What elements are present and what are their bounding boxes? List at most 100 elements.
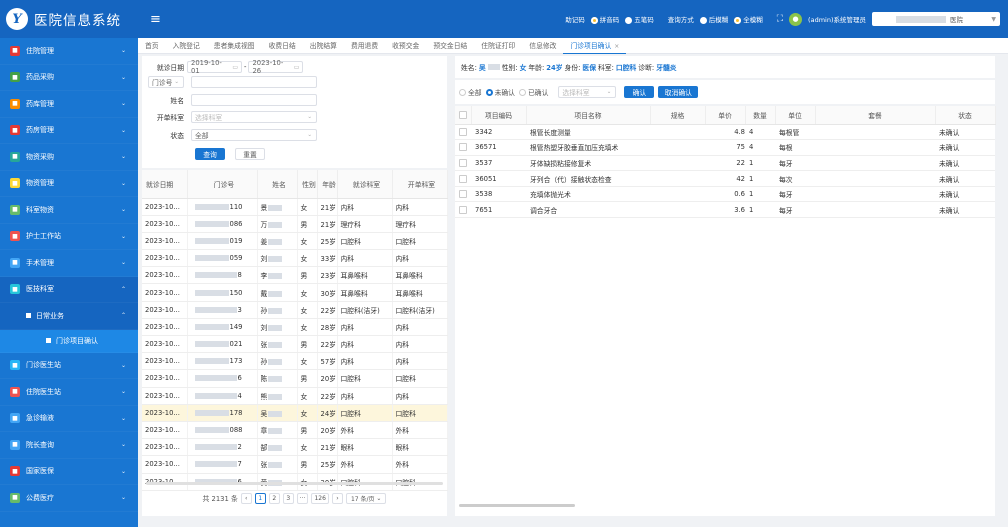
sidebar-item[interactable]: ■ 医技科室 ⌃: [0, 276, 138, 303]
column-header[interactable]: 状态: [935, 106, 996, 125]
row-checkbox[interactable]: [455, 155, 471, 172]
column-header[interactable]: 年龄: [317, 170, 338, 199]
row-checkbox[interactable]: [455, 139, 471, 156]
column-header[interactable]: 门诊号: [187, 170, 258, 199]
tab[interactable]: 收预交金: [385, 38, 426, 54]
page-button[interactable]: ···: [296, 492, 309, 504]
mnemonic-option-pinyin[interactable]: 拼音码: [590, 14, 619, 24]
query-button[interactable]: 查询: [195, 148, 225, 160]
id-input[interactable]: [191, 76, 317, 88]
table-row[interactable]: 2023-10... 150 戴女 30岁 耳鼻喉科 耳鼻喉科: [142, 283, 448, 302]
table-row[interactable]: 2023-10... 086 万男 21岁 理疗科 理疗科: [142, 215, 448, 233]
user-label[interactable]: (admin)系统管理员: [808, 14, 866, 24]
right-dept-select[interactable]: 选择科室 ⌄: [558, 86, 617, 98]
tab[interactable]: 首页: [138, 38, 166, 54]
column-header[interactable]: 姓名: [257, 170, 298, 199]
filter-unconfirmed-radio[interactable]: 未确认: [485, 87, 515, 97]
sidebar-item[interactable]: ■ 护士工作站 ⌄: [0, 224, 138, 250]
column-header[interactable]: 规格: [650, 106, 706, 125]
tab[interactable]: 门诊项目确认 ×: [563, 38, 627, 54]
table-row[interactable]: 3538 充填体抛光术 0.6 1 每牙 未确认: [455, 186, 995, 203]
sidebar-item[interactable]: ■ 国家医保 ⌄: [0, 459, 138, 485]
tab[interactable]: 信息修改: [522, 38, 563, 54]
row-checkbox[interactable]: [455, 124, 471, 141]
table-row[interactable]: 2023-10... 3 孙女 22岁 口腔科(洁牙) 口腔科(洁牙): [142, 301, 448, 319]
table-row[interactable]: 36051 牙列合（代）接触状态检查 42 1 每次 未确认: [455, 170, 995, 187]
tab[interactable]: 费用退费: [344, 38, 385, 54]
column-header[interactable]: 性别: [297, 170, 318, 199]
close-icon[interactable]: ×: [614, 43, 619, 50]
page-button[interactable]: 1: [254, 492, 266, 504]
sidebar-item[interactable]: ■ 急诊输液 ⌄: [0, 406, 138, 432]
table-row[interactable]: 2023-10... 4 熊女 22岁 内科 内科: [142, 387, 448, 405]
page-button[interactable]: 126: [311, 492, 329, 504]
tab[interactable]: 患者集成视图: [207, 38, 262, 54]
column-header[interactable]: 就诊科室: [337, 170, 393, 199]
sidebar-item[interactable]: ■ 药房管理 ⌄: [0, 118, 138, 144]
user-avatar-icon[interactable]: ●: [789, 12, 803, 26]
column-header[interactable]: 就诊日期: [142, 170, 188, 199]
sidebar-item[interactable]: ■ 手术管理 ⌄: [0, 250, 138, 277]
table-row[interactable]: 2023-10... 6 陈男 20岁 口腔科 口腔科: [142, 369, 448, 388]
tab[interactable]: 预交金日结: [426, 38, 474, 54]
confirm-button[interactable]: 确认: [624, 86, 655, 98]
row-checkbox[interactable]: [455, 201, 471, 219]
table-row[interactable]: 2023-10... 059 刘女 33岁 内科 内科: [142, 249, 448, 268]
hamburger-icon[interactable]: ≡: [150, 12, 161, 27]
horizontal-scrollbar[interactable]: [459, 504, 575, 507]
sidebar-item[interactable]: ■ 院长查询 ⌄: [0, 432, 138, 459]
name-input[interactable]: [191, 94, 317, 106]
reset-button[interactable]: 重置: [235, 148, 265, 160]
column-header[interactable]: 项目编码: [471, 106, 527, 125]
table-row[interactable]: 2023-10... 019 姜女 25岁 口腔科 口腔科: [142, 232, 448, 251]
table-row[interactable]: 2023-10... 8 李男 23岁 耳鼻喉科 耳鼻喉科: [142, 266, 448, 285]
query-option-suffix[interactable]: 后模糊: [699, 14, 728, 24]
dept-select[interactable]: 选择科室 ⌄: [191, 111, 317, 123]
filter-all-radio[interactable]: 全部: [459, 87, 482, 97]
table-row[interactable]: 2023-10... 7 张男 25岁 外科 外科: [142, 455, 448, 474]
sidebar-item[interactable]: ■ 住院管理 ⌄: [0, 38, 138, 65]
sidebar-item[interactable]: ■ 住院医生站 ⌄: [0, 379, 138, 406]
table-row[interactable]: 2023-10... 178 吴女 24岁 口腔科 口腔科: [142, 404, 448, 422]
table-row[interactable]: 2023-10... 2 郜女 21岁 眼科 眼科: [142, 438, 448, 457]
tab[interactable]: 入院登记: [166, 38, 207, 54]
sidebar-item[interactable]: ■ 药品采购 ⌄: [0, 65, 138, 91]
prev-page-button[interactable]: ‹: [240, 492, 252, 504]
table-row[interactable]: 2023-10... 149 刘女 28岁 内科 内科: [142, 318, 448, 337]
page-button[interactable]: 2: [268, 492, 280, 504]
table-row[interactable]: 2023-10... 021 张男 22岁 内科 内科: [142, 335, 448, 354]
table-row[interactable]: 2023-10... 173 孙女 57岁 内科 内科: [142, 352, 448, 371]
tab[interactable]: 收费日结: [262, 38, 303, 54]
dept-select[interactable]: 医院 ▼: [872, 12, 1000, 26]
column-header[interactable]: 开单科室: [392, 170, 448, 199]
horizontal-scrollbar[interactable]: [146, 482, 443, 485]
sidebar-item[interactable]: ■ 门诊医生站 ⌄: [0, 353, 138, 379]
date-to-input[interactable]: 2023-10-26 ▭: [248, 59, 304, 75]
select-all-checkbox[interactable]: [455, 106, 472, 125]
id-type-select[interactable]: 门诊号 ⌄: [148, 76, 184, 88]
page-button[interactable]: 3: [282, 492, 294, 504]
mnemonic-option-wubi[interactable]: 五笔码: [625, 14, 654, 24]
tab[interactable]: 出院结算: [303, 38, 344, 54]
date-from-input[interactable]: 2019-10-01 ▭: [187, 59, 242, 75]
table-row[interactable]: 3342 根管长度测量 4.8 4 每根管 未确认: [455, 124, 995, 141]
table-row[interactable]: 36571 根管热塑牙胶垂直加压充填术 75 4 每根 未确认: [455, 139, 995, 156]
sidebar-item[interactable]: 日常业务 ⌃: [0, 303, 138, 330]
table-row[interactable]: 7651 调合牙合 3.6 1 每牙 未确认: [455, 201, 995, 219]
sidebar-item[interactable]: ■ 公费医疗 ⌄: [0, 485, 138, 512]
table-row[interactable]: 2023-10... 110 景女 21岁 内科 内科: [142, 198, 448, 216]
cancel-confirm-button[interactable]: 取消确认: [658, 86, 699, 98]
table-row[interactable]: 3537 牙体缺损粘接修复术 22 1 每牙 未确认: [455, 155, 995, 172]
row-checkbox[interactable]: [455, 170, 471, 187]
column-header[interactable]: 数量: [745, 106, 776, 125]
sidebar-item[interactable]: ■ 药库管理 ⌄: [0, 91, 138, 118]
sidebar-item[interactable]: 门诊项目确认: [0, 329, 138, 353]
table-row[interactable]: 2023-10... 088 章男 20岁 外科 外科: [142, 421, 448, 440]
sidebar-item[interactable]: ■ 物资采购 ⌄: [0, 144, 138, 171]
status-select[interactable]: 全部 ⌄: [191, 129, 317, 141]
next-page-button[interactable]: ›: [331, 492, 343, 504]
page-size-select[interactable]: 17 条/页 ⌄: [345, 492, 387, 504]
sidebar-item[interactable]: ■ 科室物资 ⌄: [0, 197, 138, 224]
filter-confirmed-radio[interactable]: 已确认: [518, 87, 548, 97]
column-header[interactable]: 单价: [705, 106, 746, 125]
